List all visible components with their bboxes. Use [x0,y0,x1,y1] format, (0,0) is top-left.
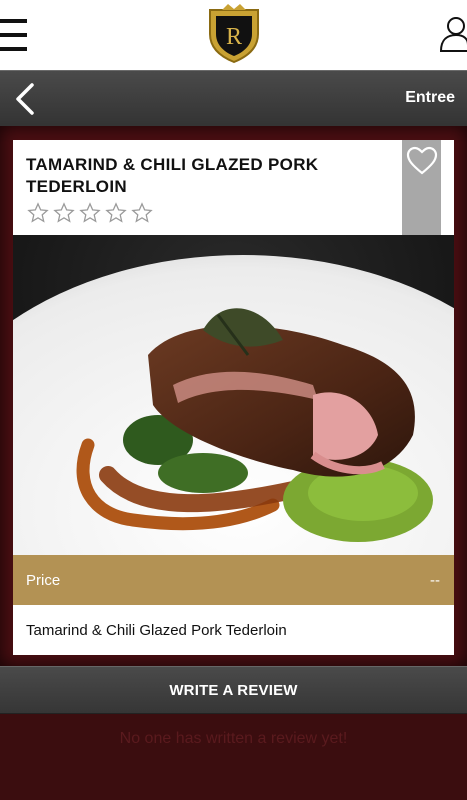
star-icon[interactable] [131,202,153,224]
nav-bar: Entree [0,70,467,127]
price-value: -- [430,572,440,589]
app-header: R [0,0,467,70]
dish-title: TAMARIND & CHILI GLAZED PORK TEDERLOIN [26,155,319,196]
heart-outline-icon [406,146,438,175]
favorite-button[interactable] [402,140,441,235]
price-label: Price [26,572,61,589]
no-reviews-message: No one has written a review yet! [119,730,348,747]
rating-stars[interactable] [27,202,153,224]
price-bar: Price -- [13,555,454,605]
chevron-left-icon[interactable] [12,83,38,115]
profile-icon[interactable] [438,15,467,53]
svg-text:R: R [226,24,242,50]
menu-icon[interactable] [0,17,28,53]
star-icon[interactable] [53,202,75,224]
dish-photo [13,235,454,555]
write-review-button[interactable]: WRITE A REVIEW [0,666,467,714]
dish-description: Tamarind & Chili Glazed Pork Tederloin [26,622,287,639]
dish-card: TAMARIND & CHILI GLAZED PORK TEDERLOIN P… [13,140,454,655]
star-icon[interactable] [105,202,127,224]
star-icon[interactable] [79,202,101,224]
star-icon[interactable] [27,202,49,224]
category-label: Entree [405,89,455,106]
restaurant-logo: R [209,4,259,64]
